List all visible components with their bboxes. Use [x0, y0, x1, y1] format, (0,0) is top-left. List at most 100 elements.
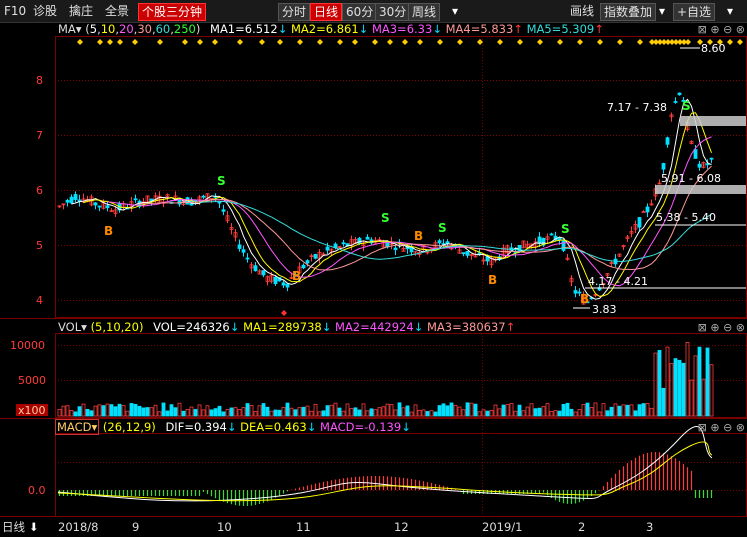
- price-annotations: 8.60 7.17 - 7.38 5.91 - 6.08 5.38 - 5.40…: [573, 42, 746, 316]
- volume-bar: [93, 405, 98, 417]
- volume-bar: [381, 406, 386, 417]
- volume-bar: [149, 407, 154, 417]
- volume-bar: [181, 410, 186, 417]
- macd-panel-controls[interactable]: ⊠ ⊕ ⊖ ⊗: [698, 421, 745, 434]
- vol-panel-controls[interactable]: ⊠ ⊕ ⊖ ⊗: [698, 321, 745, 334]
- volume-bar: [465, 402, 470, 417]
- candle-body: [333, 243, 338, 248]
- volume-bar: [625, 404, 630, 417]
- vol-indicator-name[interactable]: VOL: [58, 320, 81, 334]
- volume-bar: [665, 346, 670, 417]
- candle-body: [341, 242, 346, 245]
- candle-body: [641, 211, 646, 214]
- volume-bar: [549, 411, 554, 417]
- period-label[interactable]: 日线: [2, 520, 25, 534]
- event-diamond: [337, 39, 343, 45]
- candle-body: [437, 240, 442, 244]
- volume-bar: [557, 410, 562, 417]
- volume-bar: [133, 403, 138, 417]
- volume-bar: [237, 409, 242, 417]
- event-diamond: [117, 39, 123, 45]
- volume-bar: [317, 411, 322, 417]
- price-tick: 8: [36, 74, 43, 87]
- event-diamond: [107, 39, 113, 45]
- vol-dropdown-icon[interactable]: ▾: [81, 320, 87, 334]
- candle-body: [697, 163, 702, 168]
- volume-bar: [433, 411, 438, 417]
- volume-bar: [681, 362, 686, 417]
- event-diamond: [417, 39, 423, 45]
- volume-bar: [141, 407, 146, 417]
- volume-bar: [677, 359, 682, 417]
- date-label: 2018/8: [58, 520, 98, 534]
- candle-body: [465, 250, 470, 256]
- volume-bars: [57, 342, 714, 417]
- volume-bar: [269, 410, 274, 417]
- event-diamond: [557, 39, 563, 45]
- event-diamond: [277, 39, 283, 45]
- volume-bar: [705, 347, 710, 417]
- event-diamond: [212, 39, 218, 45]
- volume-bar: [129, 403, 134, 417]
- volume-bar: [113, 406, 118, 417]
- volume-bar: [329, 404, 334, 417]
- candle-body: [237, 244, 242, 249]
- buy-signal: B: [292, 269, 301, 283]
- sell-signal: S: [217, 174, 226, 188]
- event-diamond: [737, 39, 743, 45]
- volume-bar: [373, 409, 378, 417]
- volume-bar: [441, 403, 446, 417]
- volume-bar: [57, 409, 62, 417]
- volume-bar: [221, 411, 226, 417]
- candle-body: [705, 163, 710, 166]
- volume-bar: [73, 411, 78, 417]
- volume-legend: VOL▾ (5,10,20) VOL=246326↓ MA1=289738↓ M…: [58, 320, 516, 334]
- volume-bar: [217, 405, 222, 417]
- volume-bar: [529, 403, 534, 417]
- volume-bar: [685, 342, 690, 417]
- candle-body: [177, 199, 182, 205]
- volume-bar: [209, 409, 214, 417]
- price-axis: 8 7 6 5 4: [36, 74, 43, 307]
- volume-bar: [617, 405, 622, 417]
- candle-body: [221, 209, 226, 212]
- volume-bar: [189, 406, 194, 417]
- candle-body: [549, 233, 554, 236]
- sell-signal: S: [561, 222, 570, 236]
- candle-body: [665, 137, 670, 145]
- volume-bar: [561, 404, 566, 417]
- stock-chart[interactable]: S S S S S B B B B B 8 7 6 5 4 10000 5000 x100 0.0…: [0, 0, 747, 537]
- volume-bar: [585, 402, 590, 417]
- range-label: 4.17 - 4.21: [588, 275, 648, 288]
- volume-bar: [321, 410, 326, 417]
- volume-bar: [541, 406, 546, 417]
- volume-bar: [333, 402, 338, 417]
- volume-bar: [241, 407, 246, 417]
- volume-bar: [361, 403, 366, 417]
- volume-bar: [409, 411, 414, 417]
- candle-body: [365, 236, 370, 240]
- high-label: 8.60: [701, 42, 726, 55]
- vol-ma3-value: MA3=380637: [426, 320, 506, 334]
- candle-body: [557, 237, 562, 240]
- volume-bar: [285, 402, 290, 417]
- event-diamond: [77, 39, 83, 45]
- volume-bar: [461, 409, 466, 417]
- volume-bar: [593, 402, 598, 417]
- candle-body: [93, 202, 98, 206]
- event-diamond: [317, 39, 323, 45]
- volume-bar: [485, 410, 490, 417]
- volume-bar: [405, 405, 410, 417]
- volume-bar: [609, 406, 614, 417]
- event-diamond: [197, 39, 203, 45]
- macd-indicator-name[interactable]: MACD▾: [55, 419, 100, 435]
- date-label: 9: [132, 520, 139, 534]
- candle-body: [217, 201, 222, 204]
- volume-unit: x100: [18, 404, 46, 417]
- date-label: 10: [217, 520, 232, 534]
- volume-bar: [357, 409, 362, 417]
- main-panel-controls[interactable]: ⊠ ⊕ ⊖ ⊗: [698, 23, 745, 36]
- event-diamond: [387, 39, 393, 45]
- price-tick: 6: [36, 184, 43, 197]
- candle-body: [133, 198, 138, 201]
